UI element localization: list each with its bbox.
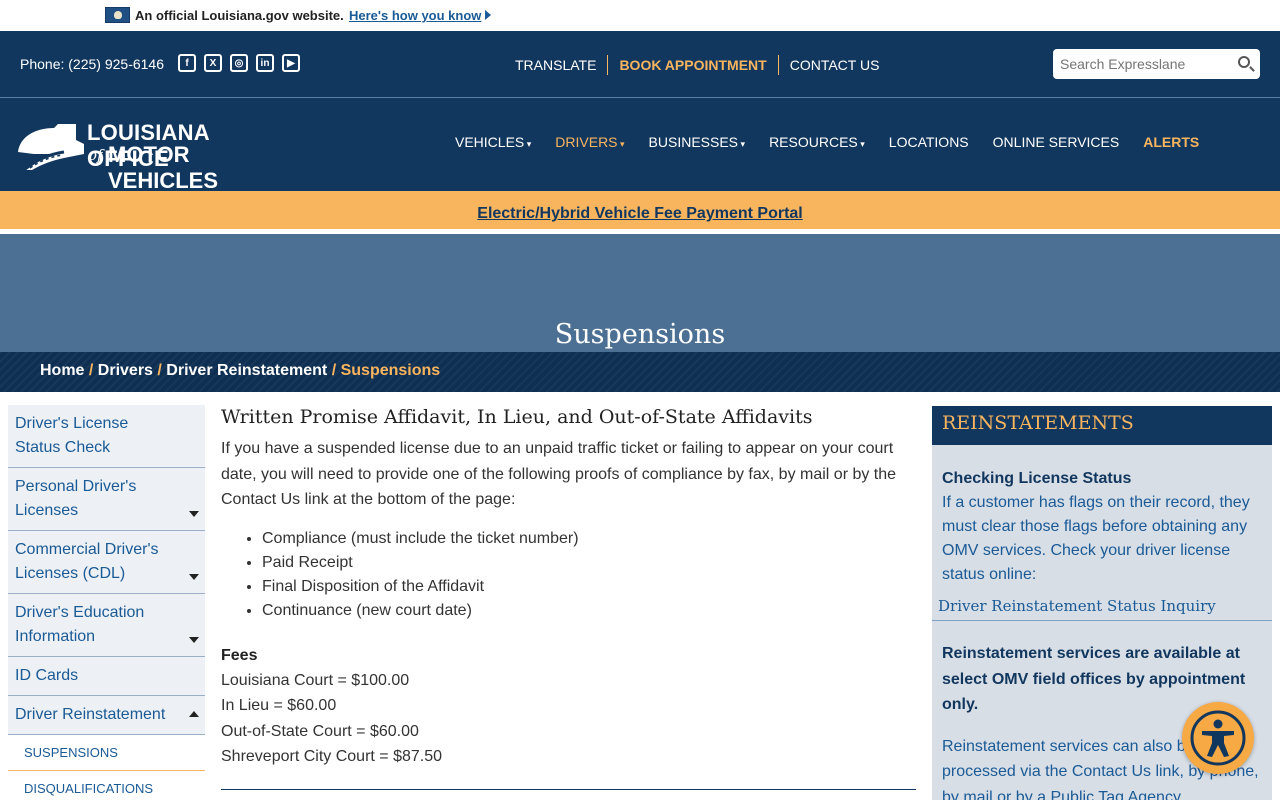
youtube-icon[interactable]: ▶ <box>282 54 300 72</box>
nav-drivers[interactable]: DRIVERS <box>555 134 624 150</box>
breadcrumb-driver-reinstatement[interactable]: Driver Reinstatement <box>166 362 327 379</box>
main-content: Written Promise Affidavit, In Lieu, and … <box>221 406 916 790</box>
sidebar-item-label: Driver Reinstatement <box>15 706 166 723</box>
nav-vehicles[interactable]: VEHICLES <box>455 134 531 150</box>
hero-banner: Suspensions <box>0 234 1280 352</box>
breadcrumb-separator: / <box>331 362 341 379</box>
official-text: An official Louisiana.gov website. <box>135 8 344 23</box>
omv-logo[interactable]: LOUISIANA OFFICE of MOTOR VEHICLES <box>14 118 294 193</box>
breadcrumb-home[interactable]: Home <box>40 362 84 379</box>
fee-line: Louisiana Court = $100.00 <box>221 671 410 689</box>
book-appointment-link[interactable]: BOOK APPOINTMENT <box>608 55 777 75</box>
logo-text-of: of <box>88 146 103 164</box>
linkedin-icon[interactable]: in <box>256 54 274 72</box>
nav-locations[interactable]: LOCATIONS <box>889 134 969 150</box>
sidebar-item-id-cards[interactable]: ID Cards <box>8 657 205 696</box>
sidebar-subitem-suspensions[interactable]: SUSPENSIONS <box>8 735 205 771</box>
accessibility-button[interactable] <box>1182 702 1254 774</box>
utility-bar: Phone: (225) 925-6146 f X ◎ in ▶ TRANSLA… <box>0 31 1280 98</box>
sidebar-item-drivers-education[interactable]: Driver's Education Information <box>8 594 205 657</box>
search-box <box>1053 49 1260 79</box>
sidebar-item-cdl[interactable]: Commercial Driver's Licenses (CDL) <box>8 531 205 594</box>
accessibility-icon <box>1190 710 1246 766</box>
fee-line: In Lieu = $60.00 <box>221 697 337 714</box>
sidebar-item-label: Driver's License Status Check <box>15 415 129 456</box>
sidebar-subitem-disqualifications[interactable]: DISQUALIFICATIONS <box>8 771 205 800</box>
panel-heading: REINSTATEMENTS <box>932 406 1272 445</box>
search-input[interactable] <box>1053 49 1223 79</box>
breadcrumb-drivers[interactable]: Drivers <box>98 362 153 379</box>
main-nav: VEHICLES DRIVERS BUSINESSES RESOURCES LO… <box>455 134 1223 150</box>
nav-businesses[interactable]: BUSINESSES <box>649 134 746 150</box>
utility-links: TRANSLATE BOOK APPOINTMENT CONTACT US <box>504 55 890 75</box>
compliance-list: Compliance (must include the ticket numb… <box>262 527 916 623</box>
fees-heading: Fees <box>221 646 258 664</box>
panel-body: Checking License Status If a customer ha… <box>932 445 1272 587</box>
fee-portal-link[interactable]: Electric/Hybrid Vehicle Fee Payment Port… <box>477 205 802 222</box>
breadcrumb-separator: / <box>157 362 167 379</box>
sidebar-item-label: Commercial Driver's Licenses (CDL) <box>15 541 159 582</box>
sidebar-item-label: Driver's Education Information <box>15 604 145 645</box>
chevron-down-icon[interactable] <box>189 574 199 580</box>
divider <box>221 788 916 790</box>
heres-how-you-know-link[interactable]: Here's how you know <box>349 8 481 23</box>
list-item: Continuance (new court date) <box>262 599 916 623</box>
status-text: If a customer has flags on their record,… <box>942 494 1250 583</box>
main-header: LOUISIANA OFFICE of MOTOR VEHICLES VEHIC… <box>0 98 1280 193</box>
breadcrumb-separator: / <box>88 362 98 379</box>
louisiana-flag-icon <box>105 7 130 23</box>
status-title: Checking License Status <box>942 470 1132 487</box>
caret-right-icon[interactable] <box>485 10 491 20</box>
x-icon[interactable]: X <box>204 54 222 72</box>
nav-online-services[interactable]: ONLINE SERVICES <box>993 134 1120 150</box>
fee-line: Shreveport City Court = $87.50 <box>221 748 443 765</box>
intro-paragraph: If you have a suspended license due to a… <box>221 440 897 508</box>
list-item: Compliance (must include the ticket numb… <box>262 527 916 551</box>
list-item: Paid Receipt <box>262 551 916 575</box>
page-title: Suspensions <box>554 319 726 350</box>
sidebar-item-personal-licenses[interactable]: Personal Driver's Licenses <box>8 468 205 531</box>
social-links: f X ◎ in ▶ <box>178 54 300 72</box>
sidebar-item-label: Personal Driver's Licenses <box>15 478 137 519</box>
sidebar-item-driver-reinstatement[interactable]: Driver Reinstatement <box>8 696 205 735</box>
status-inquiry-link[interactable]: Driver Reinstatement Status Inquiry <box>932 587 1272 621</box>
facebook-icon[interactable]: f <box>178 54 196 72</box>
sidebar-item-license-status[interactable]: Driver's License Status Check <box>8 405 205 468</box>
breadcrumb: Home / Drivers / Driver Reinstatement / … <box>0 352 1280 392</box>
chevron-down-icon[interactable] <box>189 637 199 643</box>
nav-resources[interactable]: RESOURCES <box>769 134 865 150</box>
breadcrumb-current: Suspensions <box>340 362 441 379</box>
translate-link[interactable]: TRANSLATE <box>504 55 607 75</box>
official-banner: An official Louisiana.gov website. Here'… <box>0 0 1280 31</box>
list-item: Final Disposition of the Affidavit <box>262 575 916 599</box>
chevron-down-icon[interactable] <box>189 511 199 517</box>
section-heading: Written Promise Affidavit, In Lieu, and … <box>221 406 813 428</box>
alert-banner: Electric/Hybrid Vehicle Fee Payment Port… <box>0 191 1280 234</box>
contact-us-link[interactable]: CONTACT US <box>779 55 891 75</box>
logo-text-line2: MOTOR VEHICLES <box>108 142 219 193</box>
sidebar-nav: Driver's License Status Check Personal D… <box>8 405 205 800</box>
nav-alerts[interactable]: ALERTS <box>1143 134 1199 150</box>
instagram-icon[interactable]: ◎ <box>230 54 248 72</box>
sidebar-item-label: ID Cards <box>15 667 79 684</box>
fee-line: Out-of-State Court = $60.00 <box>221 722 419 740</box>
chevron-up-icon[interactable] <box>189 711 199 717</box>
phone-number: Phone: (225) 925-6146 <box>20 56 164 72</box>
search-icon[interactable] <box>1238 56 1250 68</box>
louisiana-map-road-icon <box>18 124 84 170</box>
